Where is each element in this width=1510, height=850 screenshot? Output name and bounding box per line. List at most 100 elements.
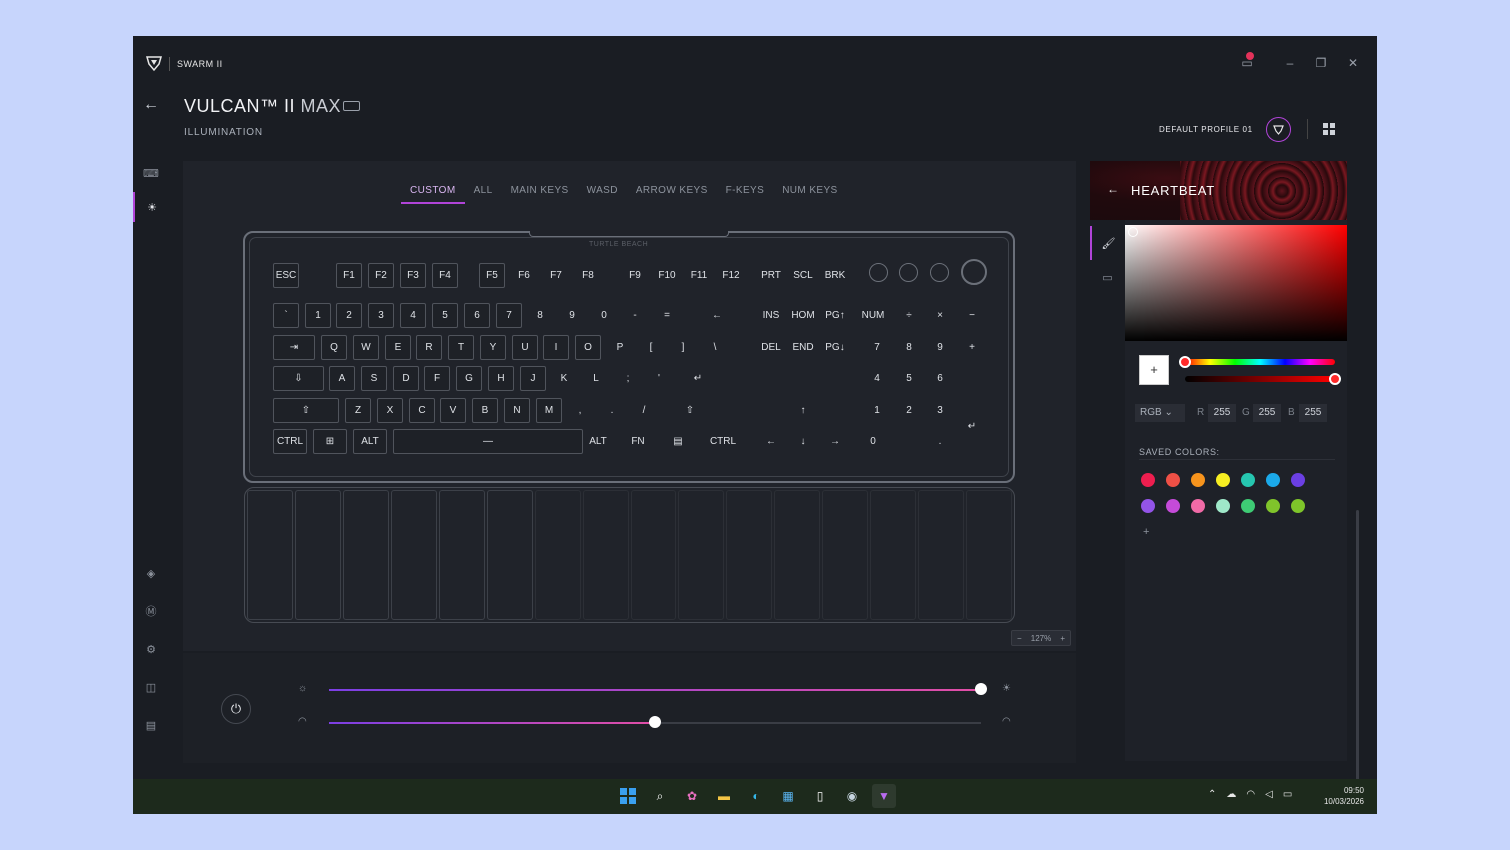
key[interactable]: . (599, 398, 625, 423)
close-icon[interactable]: ✕ (1344, 54, 1362, 72)
key[interactable]: 3 (927, 398, 953, 423)
key[interactable]: Y (480, 335, 506, 360)
key[interactable]: FN (625, 429, 651, 454)
key[interactable]: 0 (591, 303, 617, 328)
key[interactable]: U (512, 335, 538, 360)
tray-chevron-icon[interactable]: ⌃ (1208, 789, 1216, 800)
key[interactable]: 7 (864, 335, 890, 360)
key[interactable]: SCL (790, 263, 816, 288)
color-mode-select[interactable]: RGB ⌄ (1135, 404, 1185, 422)
key[interactable]: 5 (432, 303, 458, 328)
key[interactable]: F7 (543, 263, 569, 288)
restore-icon[interactable]: ❐ (1312, 54, 1330, 72)
key[interactable]: M (536, 398, 562, 423)
key[interactable]: ⇧ (670, 398, 710, 423)
key[interactable]: 2 (336, 303, 362, 328)
key[interactable]: 7 (496, 303, 522, 328)
brightness-thumb[interactable] (975, 683, 987, 695)
tab-arrow-keys[interactable]: ARROW KEYS (627, 184, 717, 204)
key[interactable]: 3 (368, 303, 394, 328)
key[interactable]: F6 (511, 263, 537, 288)
back-arrow-icon[interactable]: ← (143, 96, 159, 114)
wrist-zone[interactable] (390, 490, 437, 620)
key[interactable]: − (959, 303, 985, 328)
key[interactable]: F4 (432, 263, 458, 288)
wrist-zone[interactable] (966, 490, 1012, 620)
key[interactable]: ⊞ (313, 429, 347, 454)
hue-thumb[interactable] (1179, 356, 1191, 368)
key[interactable]: ⇩ (273, 366, 324, 391)
key[interactable]: 9 (559, 303, 585, 328)
key[interactable]: F9 (622, 263, 648, 288)
saturation-picker[interactable] (1125, 225, 1347, 341)
key[interactable]: INS (758, 303, 784, 328)
sidebar-keyboard-icon[interactable]: ⌨ (133, 158, 169, 188)
profile-name[interactable]: DEFAULT PROFILE 01 (1159, 125, 1253, 134)
key[interactable]: D (393, 366, 419, 391)
key[interactable]: R (416, 335, 442, 360)
wrist-zone[interactable] (726, 490, 773, 620)
current-color-swatch[interactable]: + (1139, 355, 1169, 385)
profile-avatar[interactable] (1266, 117, 1291, 142)
key[interactable]: ALT (585, 429, 611, 454)
key[interactable]: 1 (305, 303, 331, 328)
key[interactable]: 4 (864, 366, 890, 391)
sidebar-shop-icon[interactable]: ◈ (133, 558, 169, 588)
key[interactable]: L (583, 366, 609, 391)
key[interactable]: → (822, 429, 848, 454)
key[interactable]: 8 (527, 303, 553, 328)
panel-scrollbar[interactable] (1356, 510, 1359, 810)
wrist-zone[interactable] (918, 490, 965, 620)
key[interactable]: H (488, 366, 514, 391)
key[interactable]: - (622, 303, 648, 328)
tab-num-keys[interactable]: NUM KEYS (773, 184, 846, 204)
file-explorer-icon[interactable]: ▬ (712, 784, 736, 808)
minimize-icon[interactable]: – (1281, 54, 1299, 72)
key[interactable]: C (409, 398, 435, 423)
key[interactable]: PRT (758, 263, 784, 288)
key[interactable]: / (631, 398, 657, 423)
key[interactable]: \ (702, 335, 728, 360)
speed-slider[interactable] (329, 716, 981, 728)
key-select-icon[interactable]: ▭ (1090, 260, 1125, 294)
saved-color-swatch[interactable] (1291, 499, 1305, 513)
tab-f-keys[interactable]: F-KEYS (717, 184, 774, 204)
key[interactable]: F12 (718, 263, 744, 288)
key[interactable]: ↵ (678, 366, 718, 391)
grid-menu-icon[interactable] (1323, 123, 1335, 135)
key[interactable]: 4 (400, 303, 426, 328)
tab-main-keys[interactable]: MAIN KEYS (502, 184, 578, 204)
key[interactable]: F10 (654, 263, 680, 288)
key[interactable]: F2 (368, 263, 394, 288)
key[interactable]: T (448, 335, 474, 360)
saturation-cursor[interactable] (1128, 227, 1138, 237)
saved-color-swatch[interactable] (1191, 499, 1205, 513)
key[interactable]: G (456, 366, 482, 391)
saved-color-swatch[interactable] (1266, 499, 1280, 513)
r-input[interactable]: 255 (1208, 404, 1236, 422)
key[interactable]: A (329, 366, 355, 391)
key[interactable]: Q (321, 335, 347, 360)
key[interactable]: ALT (353, 429, 387, 454)
key[interactable]: 5 (896, 366, 922, 391)
key[interactable]: ← (686, 303, 748, 328)
copilot-icon[interactable]: ✿ (680, 784, 704, 808)
key[interactable]: F8 (575, 263, 601, 288)
key[interactable]: O (575, 335, 601, 360)
key[interactable]: BRK (822, 263, 848, 288)
steam-icon[interactable]: ◉ (840, 784, 864, 808)
key[interactable]: , (567, 398, 593, 423)
key[interactable]: ] (670, 335, 696, 360)
tab-all[interactable]: ALL (465, 184, 502, 204)
key[interactable]: ↵ (959, 398, 985, 454)
media-knob-3[interactable] (930, 263, 949, 282)
key[interactable]: CTRL (273, 429, 307, 454)
key[interactable]: DEL (758, 335, 784, 360)
key[interactable]: ' (646, 366, 672, 391)
key[interactable]: ⇧ (273, 398, 339, 423)
wifi-icon[interactable]: ◠ (1246, 789, 1255, 800)
wrist-zone[interactable] (534, 490, 581, 620)
saved-color-swatch[interactable] (1166, 473, 1180, 487)
key[interactable]: ⇥ (273, 335, 315, 360)
key[interactable]: + (959, 335, 985, 360)
